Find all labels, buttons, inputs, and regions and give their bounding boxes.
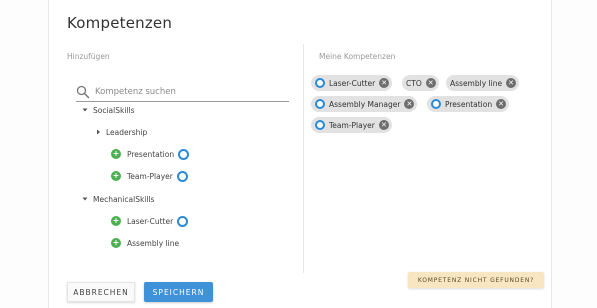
tree-item-label: Laser-Cutter	[127, 216, 174, 226]
chip-team-player: Team-Player ✕	[311, 117, 392, 133]
chip-label: CTO	[406, 78, 422, 88]
tree-item-leadership[interactable]: Leadership	[93, 125, 147, 139]
tree-item-socialskills[interactable]: SocialSkills	[80, 103, 135, 117]
caret-right-icon[interactable]	[93, 127, 103, 137]
chip-label: Team-Player	[329, 120, 375, 130]
selected-ring-icon	[178, 148, 190, 160]
chip-assembly-line: Assembly line ✕	[446, 75, 520, 91]
search-icon	[76, 84, 90, 99]
remove-chip-icon[interactable]: ✕	[425, 78, 436, 88]
add-icon[interactable]: +	[111, 238, 121, 248]
tree-item-laser-cutter[interactable]: + Laser-Cutter	[111, 214, 189, 228]
add-section-label: Hinzufügen	[67, 52, 110, 61]
selected-ring-icon	[315, 120, 325, 130]
tree-item-label: MechanicalSkills	[93, 194, 155, 204]
tree-item-label: Assembly line	[127, 238, 180, 248]
remove-chip-icon[interactable]: ✕	[379, 78, 390, 88]
tree-item-assembly-line[interactable]: + Assembly line	[111, 236, 179, 250]
save-button[interactable]: SPEICHERN	[144, 282, 213, 302]
add-icon[interactable]: +	[111, 171, 121, 181]
dialog-title: Kompetenzen	[67, 14, 173, 32]
remove-chip-icon[interactable]: ✕	[404, 99, 415, 109]
chip-assembly-manager: Assembly Manager ✕	[311, 96, 418, 112]
tree-item-label: SocialSkills	[93, 105, 135, 115]
competences-dialog: Kompetenzen Hinzufügen Meine Kompetenzen…	[48, 0, 552, 308]
tree-item-mechanicalskills[interactable]: MechanicalSkills	[80, 192, 154, 206]
tree-item-team-player[interactable]: + Team-Player	[111, 169, 188, 183]
chip-cto: CTO ✕	[402, 75, 439, 91]
chip-label: Presentation	[445, 99, 493, 109]
selected-ring-icon	[177, 215, 189, 227]
chip-laser-cutter: Laser-Cutter ✕	[311, 75, 393, 91]
tree-item-label: Leadership	[106, 127, 148, 137]
selected-ring-icon	[431, 99, 441, 109]
caret-down-icon[interactable]	[80, 194, 90, 204]
my-competences-label: Meine Kompetenzen	[319, 52, 396, 61]
remove-chip-icon[interactable]: ✕	[496, 99, 507, 109]
chip-label: Assembly line	[450, 78, 503, 88]
add-icon[interactable]: +	[111, 149, 121, 159]
selected-ring-icon	[315, 99, 325, 109]
tree-item-label: Presentation	[127, 149, 175, 159]
tree-item-presentation[interactable]: + Presentation	[111, 147, 190, 161]
chip-label: Laser-Cutter	[329, 78, 376, 88]
competence-not-found-button[interactable]: KOMPETENZ NICHT GEFUNDEN?	[408, 272, 544, 288]
add-icon[interactable]: +	[111, 216, 121, 226]
search-field[interactable]	[76, 84, 289, 102]
cancel-button[interactable]: ABBRECHEN	[67, 282, 135, 302]
tree-item-label: Team-Player	[127, 171, 173, 181]
remove-chip-icon[interactable]: ✕	[378, 120, 389, 130]
chip-label: Assembly Manager	[329, 99, 401, 109]
search-input[interactable]	[95, 85, 285, 99]
selected-ring-icon	[176, 170, 188, 182]
chip-presentation: Presentation ✕	[427, 96, 510, 112]
caret-down-icon[interactable]	[80, 105, 90, 115]
selected-ring-icon	[315, 78, 325, 88]
column-divider	[303, 44, 304, 273]
remove-chip-icon[interactable]: ✕	[506, 78, 517, 88]
